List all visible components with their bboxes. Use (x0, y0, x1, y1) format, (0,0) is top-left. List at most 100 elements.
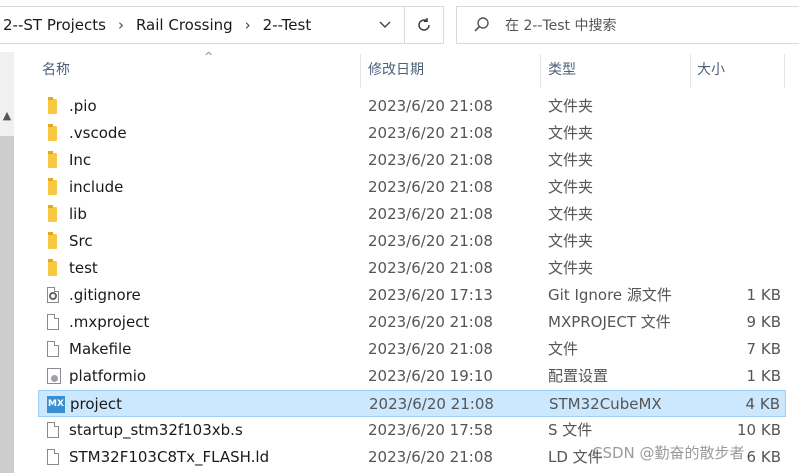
file-date: 2023/6/20 21:08 (368, 178, 493, 196)
refresh-button[interactable] (404, 6, 444, 44)
file-name: startup_stm32f103xb.s (69, 421, 243, 439)
file-size: 7 KB (746, 340, 781, 358)
search-input[interactable]: 在 2--Test 中搜索 (505, 15, 616, 35)
file-size: 1 KB (746, 367, 781, 385)
file-type: STM32CubeMX (549, 395, 662, 413)
file-date: 2023/6/20 21:08 (368, 340, 493, 358)
scroll-up-icon[interactable]: ▲ (0, 108, 14, 124)
file-date: 2023/6/20 21:08 (368, 151, 493, 169)
file-type: MXPROJECT 文件 (548, 313, 671, 331)
file-name: project (70, 395, 123, 413)
settings-file-icon (45, 286, 63, 305)
file-name: platformio (69, 367, 147, 385)
folder-icon (45, 259, 63, 278)
file-date: 2023/6/20 21:08 (368, 259, 493, 277)
folder-icon (45, 205, 63, 224)
file-name: Makefile (69, 340, 132, 358)
file-row[interactable]: test 2023/6/20 21:08 文件夹 (38, 255, 786, 282)
file-size: 10 KB (737, 421, 781, 439)
chevron-right-icon[interactable]: › (245, 16, 251, 34)
column-divider[interactable] (360, 54, 361, 88)
file-icon (45, 421, 63, 440)
file-name: STM32F103C8Tx_FLASH.ld (69, 448, 270, 466)
file-date: 2023/6/20 21:08 (368, 232, 493, 250)
file-name: test (69, 259, 98, 277)
column-name[interactable]: 名称 (42, 52, 70, 88)
breadcrumb-rail-crossing[interactable]: Rail Crossing (136, 16, 233, 34)
folder-icon (45, 124, 63, 143)
file-type: 文件夹 (548, 259, 594, 277)
folder-icon (45, 97, 63, 116)
chevron-down-icon (379, 21, 391, 28)
stm32cubemx-icon: MX (46, 395, 65, 414)
refresh-icon (418, 18, 430, 31)
breadcrumb-st-projects[interactable]: 2--ST Projects (3, 16, 106, 34)
file-row[interactable]: startup_stm32f103xb.s 2023/6/20 17:58 S 文件… (38, 417, 786, 444)
file-row[interactable]: Makefile 2023/6/20 21:08 文件 7 KB (38, 336, 786, 363)
file-date: 2023/6/20 21:08 (369, 395, 494, 413)
file-name: .mxproject (69, 313, 150, 331)
folder-icon (45, 232, 63, 251)
file-type: 文件 (548, 340, 579, 358)
file-date: 2023/6/20 21:08 (368, 205, 493, 223)
column-divider[interactable] (784, 54, 785, 88)
file-row[interactable]: .mxproject 2023/6/20 21:08 MXPROJECT 文件 9 K… (38, 309, 786, 336)
file-row[interactable]: platformio 2023/6/20 19:10 配置设置 1 KB (38, 363, 786, 390)
column-date[interactable]: 修改日期 (368, 52, 424, 88)
file-row[interactable]: include 2023/6/20 21:08 文件夹 (38, 174, 786, 201)
file-row[interactable]: lib 2023/6/20 21:08 文件夹 (38, 201, 786, 228)
breadcrumb-test[interactable]: 2--Test (263, 16, 312, 34)
file-type: 文件夹 (548, 97, 594, 115)
file-row[interactable]: .pio 2023/6/20 21:08 文件夹 (38, 93, 786, 120)
scrollbar-thumb[interactable] (0, 136, 14, 473)
file-name: Inc (69, 151, 92, 169)
file-name: .gitignore (69, 286, 141, 304)
file-name: Src (69, 232, 93, 250)
file-name: include (69, 178, 124, 196)
file-name: .pio (69, 97, 97, 115)
folder-icon (45, 178, 63, 197)
watermark: CSDN @勤奋的散步者 (592, 444, 745, 462)
file-icon (45, 313, 63, 332)
address-dropdown-button[interactable] (366, 6, 404, 44)
file-type: 文件夹 (548, 124, 594, 142)
file-size: 9 KB (746, 313, 781, 331)
file-row[interactable]: .vscode 2023/6/20 21:08 文件夹 (38, 120, 786, 147)
file-size: 4 KB (745, 395, 780, 413)
file-row[interactable]: Inc 2023/6/20 21:08 文件夹 (38, 147, 786, 174)
folder-icon (45, 151, 63, 170)
file-date: 2023/6/20 17:13 (368, 286, 493, 304)
file-size: 6 KB (746, 448, 781, 466)
file-icon (45, 448, 63, 467)
file-date: 2023/6/20 19:10 (368, 367, 493, 385)
search-icon (474, 17, 489, 32)
file-type: 文件夹 (548, 151, 594, 169)
file-date: 2023/6/20 21:08 (368, 313, 493, 331)
file-row[interactable]: MX project 2023/6/20 21:08 STM32CubeMX 4 KB (38, 390, 786, 417)
file-row[interactable]: .gitignore 2023/6/20 17:13 Git Ignore 源文件 1… (38, 282, 786, 309)
navigation-bar: 2--ST Projects › Rail Crossing › 2--Test… (0, 0, 799, 52)
column-divider[interactable] (690, 54, 691, 88)
column-divider[interactable] (540, 54, 541, 88)
sort-ascending-icon: ^ (204, 50, 214, 63)
file-type: 文件夹 (548, 232, 594, 250)
file-type: 文件夹 (548, 178, 594, 196)
file-type: 配置设置 (548, 367, 609, 385)
file-date: 2023/6/20 21:08 (368, 97, 493, 115)
file-date: 2023/6/20 17:58 (368, 421, 493, 439)
file-type: Git Ignore 源文件 (548, 286, 672, 304)
chevron-right-icon[interactable]: › (118, 16, 124, 34)
file-name: .vscode (69, 124, 127, 142)
search-box[interactable]: 在 2--Test 中搜索 (456, 6, 799, 44)
file-type: S 文件 (548, 421, 593, 439)
file-date: 2023/6/20 21:08 (368, 124, 493, 142)
file-date: 2023/6/20 21:08 (368, 448, 493, 466)
file-name: lib (69, 205, 87, 223)
left-pane-scrollbar[interactable]: ▲ (0, 52, 14, 473)
file-size: 1 KB (746, 286, 781, 304)
file-row[interactable]: Src 2023/6/20 21:08 文件夹 (38, 228, 786, 255)
file-icon (45, 340, 63, 359)
column-size[interactable]: 大小 (697, 52, 725, 88)
column-type[interactable]: 类型 (548, 52, 576, 88)
column-header: ^ 名称 修改日期 类型 大小 (14, 50, 799, 88)
